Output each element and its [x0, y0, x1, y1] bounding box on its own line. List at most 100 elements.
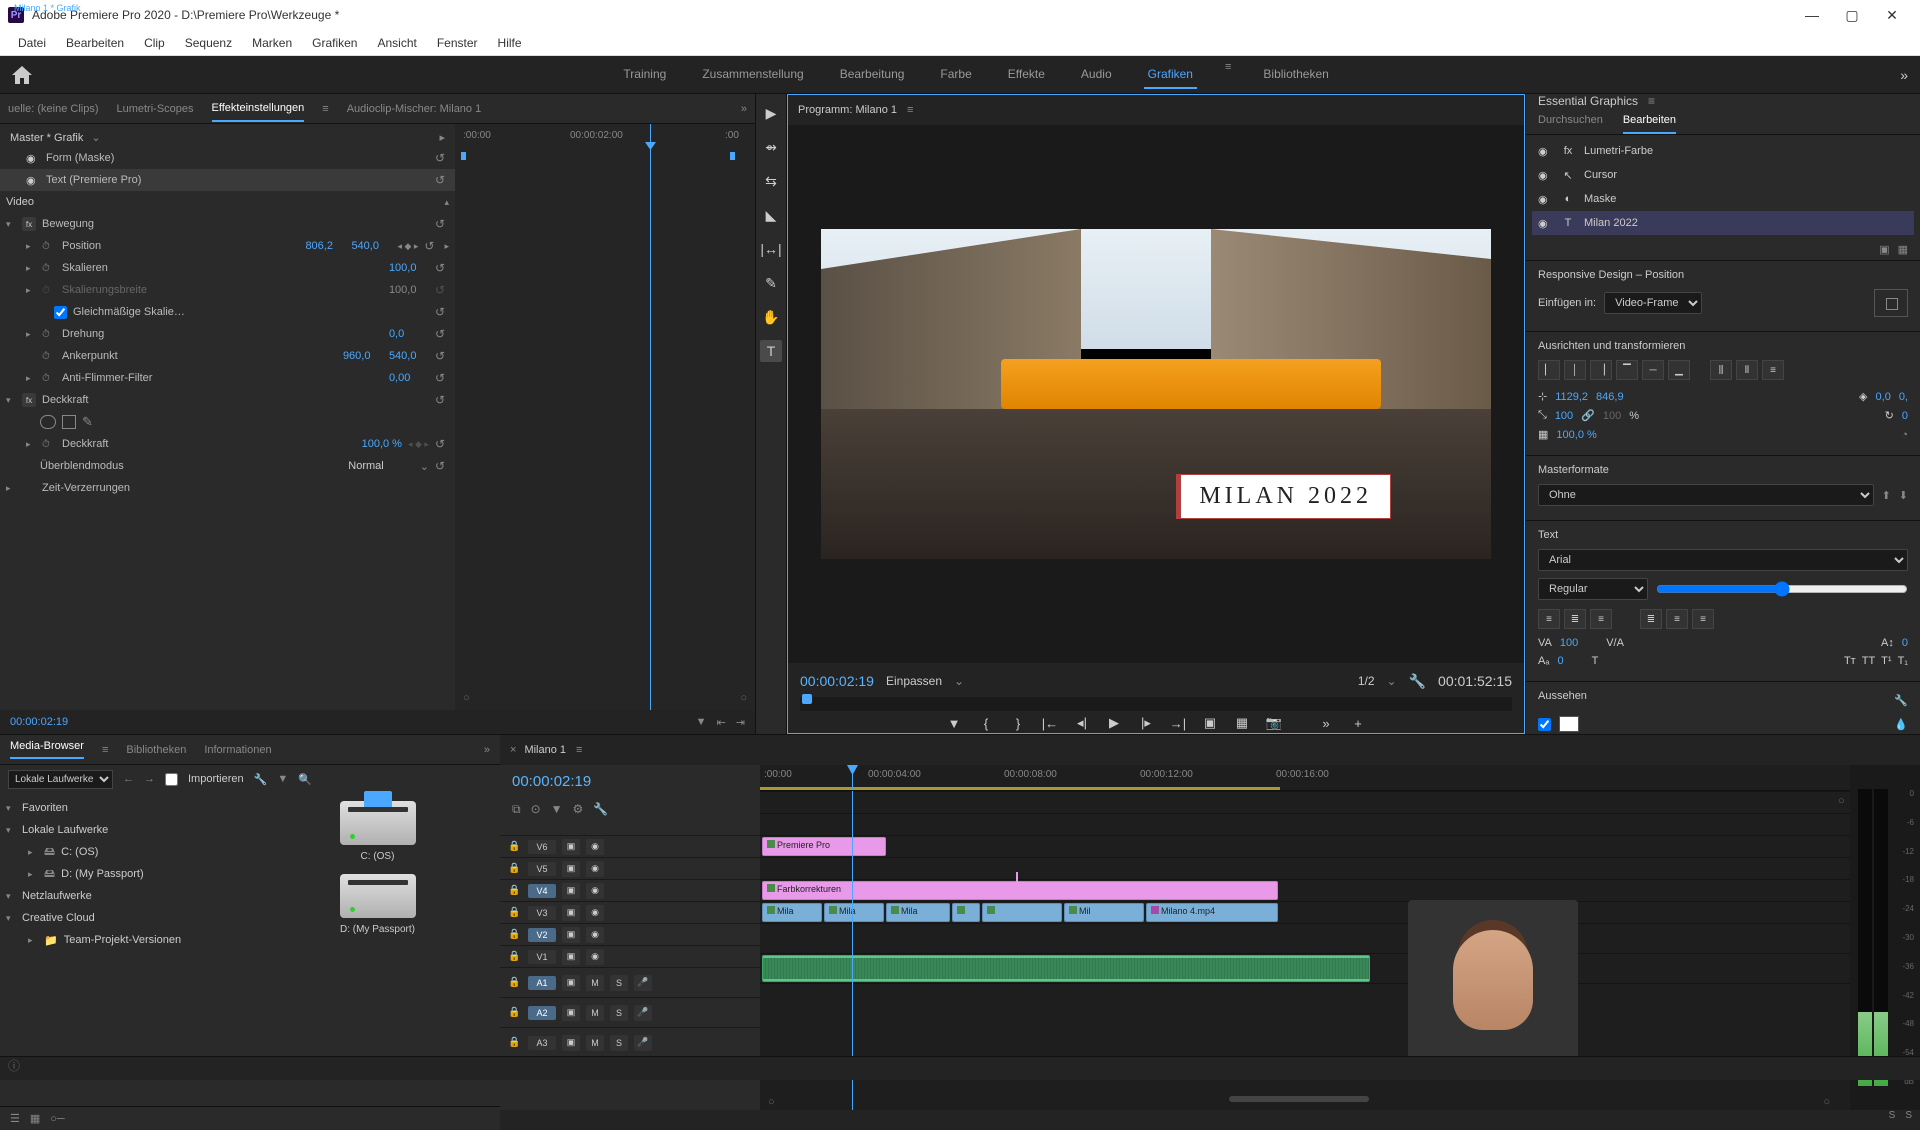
button-editor-icon[interactable]: »: [1317, 716, 1335, 731]
blend-value[interactable]: Normal: [348, 460, 383, 472]
toggle-sync-icon[interactable]: ◉: [586, 861, 604, 877]
align-right-icon[interactable]: ▕: [1590, 360, 1612, 380]
scale-value[interactable]: 100,0: [389, 262, 429, 274]
snap-icon[interactable]: ⧉: [512, 802, 521, 817]
track-v3[interactable]: V3: [528, 906, 556, 920]
reset-icon[interactable]: ↺: [435, 349, 445, 363]
tab-info[interactable]: Informationen: [204, 744, 271, 756]
mute-button[interactable]: M: [586, 975, 604, 991]
solo-button[interactable]: S: [610, 1005, 628, 1021]
menu-markers[interactable]: Marken: [242, 36, 302, 50]
workspace-audio[interactable]: Audio: [1077, 61, 1116, 89]
reset-icon[interactable]: ↺: [435, 261, 445, 275]
workspace-graphics[interactable]: Grafiken: [1144, 61, 1197, 89]
mark-in-icon[interactable]: ▼: [945, 716, 963, 731]
panel-menu-icon[interactable]: ≡: [907, 104, 913, 116]
scroll-handle-left-icon[interactable]: ○: [463, 692, 470, 704]
lift-icon[interactable]: ▣: [1201, 715, 1219, 731]
voice-over-icon[interactable]: 🎤: [634, 1005, 652, 1021]
effect-text[interactable]: Text (Premiere Pro): [46, 174, 429, 186]
menu-sequence[interactable]: Sequenz: [175, 36, 242, 50]
toggle-output-icon[interactable]: ▣: [562, 839, 580, 855]
superscript-icon[interactable]: T¹: [1881, 655, 1891, 667]
thumbnail-view-icon[interactable]: ▦: [30, 1112, 40, 1125]
align-bottom-icon[interactable]: ▁: [1668, 360, 1690, 380]
toggle-output-icon[interactable]: ▣: [562, 949, 580, 965]
add-button-icon[interactable]: +: [1349, 716, 1367, 731]
import-checkbox[interactable]: [165, 773, 178, 786]
transform-x[interactable]: 1129,2: [1555, 391, 1588, 403]
chevron-down-icon[interactable]: ⌄: [91, 131, 100, 144]
time-remap-group[interactable]: Zeit-Verzerrungen: [42, 482, 449, 494]
effect-form-mask[interactable]: Form (Maske): [46, 152, 429, 164]
work-area-bar[interactable]: [760, 787, 1280, 790]
track-select-tool-icon[interactable]: ⇴: [760, 136, 782, 158]
tab-browse[interactable]: Durchsuchen: [1538, 108, 1603, 134]
reset-icon[interactable]: ↺: [435, 151, 445, 165]
chevron-down-icon[interactable]: ⌄: [420, 460, 429, 473]
toggle-output-icon[interactable]: ▣: [562, 883, 580, 899]
toggle-output-icon[interactable]: ▣: [562, 927, 580, 943]
lock-icon[interactable]: 🔒: [508, 977, 522, 988]
text-justify-icon[interactable]: ≣: [1640, 609, 1662, 629]
resolution-select[interactable]: 1/2: [1358, 674, 1375, 688]
font-select[interactable]: Arial: [1538, 549, 1908, 571]
subscript-icon[interactable]: T₁: [1898, 655, 1908, 667]
overflow-icon[interactable]: »: [484, 744, 490, 756]
play-icon[interactable]: ▶: [1105, 715, 1123, 731]
ripple-tool-icon[interactable]: ⇆: [760, 170, 782, 192]
panel-menu-icon[interactable]: ≡: [1648, 94, 1655, 108]
group-icon[interactable]: ▦: [1898, 243, 1908, 256]
reset-icon[interactable]: ↺: [435, 437, 445, 451]
distribute-h-icon[interactable]: ⫼: [1710, 360, 1732, 380]
track-v5[interactable]: V5: [528, 862, 556, 876]
title-overlay[interactable]: MILAN 2022: [1176, 474, 1391, 519]
type-tool-icon[interactable]: T: [760, 340, 782, 362]
scale-value[interactable]: 100: [1555, 410, 1573, 422]
hand-tool-icon[interactable]: ✋: [760, 306, 782, 328]
rotation-value[interactable]: 0,0: [389, 328, 429, 340]
align-left-icon[interactable]: ▏: [1538, 360, 1560, 380]
link-icon[interactable]: 🔗: [1581, 409, 1595, 422]
search-icon[interactable]: 🔍: [298, 773, 312, 786]
step-back-icon[interactable]: ◂|: [1073, 715, 1091, 731]
close-button[interactable]: ✕: [1872, 0, 1912, 30]
play-indicator-icon[interactable]: ▸: [439, 131, 445, 144]
mute-button[interactable]: M: [586, 1005, 604, 1021]
track-a1[interactable]: A1: [528, 976, 556, 990]
zoom-slider-icon[interactable]: ○─: [50, 1113, 64, 1125]
workspace-menu-icon[interactable]: ≡: [1225, 61, 1231, 89]
toggle-output-icon[interactable]: ▣: [562, 1005, 580, 1021]
mute-button[interactable]: M: [586, 1035, 604, 1051]
list-view-icon[interactable]: ☰: [10, 1112, 20, 1125]
distribute-spacing-icon[interactable]: ≡: [1762, 360, 1784, 380]
toggle-sync-icon[interactable]: ◉: [586, 949, 604, 965]
scroll-handle-right-icon[interactable]: ○: [740, 692, 747, 704]
visibility-icon[interactable]: ◉: [1538, 217, 1552, 230]
opacity-value[interactable]: 100,0 %: [362, 438, 402, 450]
clip-video[interactable]: Mil: [1064, 903, 1144, 922]
animate-icon[interactable]: ◔: [1901, 429, 1908, 441]
pin-select[interactable]: Video-Frame: [1604, 292, 1702, 314]
push-style-icon[interactable]: ⬆: [1882, 489, 1891, 502]
tab-overflow-icon[interactable]: »: [741, 97, 747, 121]
filter-icon[interactable]: ▼: [696, 716, 707, 729]
clip-video[interactable]: Mila: [886, 903, 950, 922]
zoom-scrollbar[interactable]: [1229, 1096, 1369, 1102]
keyframe-marker[interactable]: [461, 152, 466, 160]
toggle-sync-icon[interactable]: ◉: [586, 883, 604, 899]
linked-selection-icon[interactable]: ⊙: [531, 802, 541, 817]
keyframe-nav[interactable]: ◂ ◆ ▸: [408, 439, 429, 450]
antiflicker-value[interactable]: 0,00: [389, 372, 429, 384]
forward-icon[interactable]: →: [144, 773, 155, 785]
anchor-y[interactable]: 0,: [1899, 391, 1908, 403]
fill-checkbox[interactable]: [1538, 718, 1551, 731]
position-y[interactable]: 540,0: [351, 240, 391, 252]
effect-timeline[interactable]: :00:00 00:00:02:00 :00 ○ ○: [455, 124, 755, 710]
toggle-sync-icon[interactable]: ◉: [586, 905, 604, 921]
new-layer-icon[interactable]: ▣: [1879, 243, 1889, 256]
opacity-group[interactable]: Deckkraft: [42, 394, 429, 406]
slip-tool-icon[interactable]: |↔|: [760, 238, 782, 260]
toggle-output-icon[interactable]: ▣: [562, 1035, 580, 1051]
align-top-icon[interactable]: ▔: [1616, 360, 1638, 380]
